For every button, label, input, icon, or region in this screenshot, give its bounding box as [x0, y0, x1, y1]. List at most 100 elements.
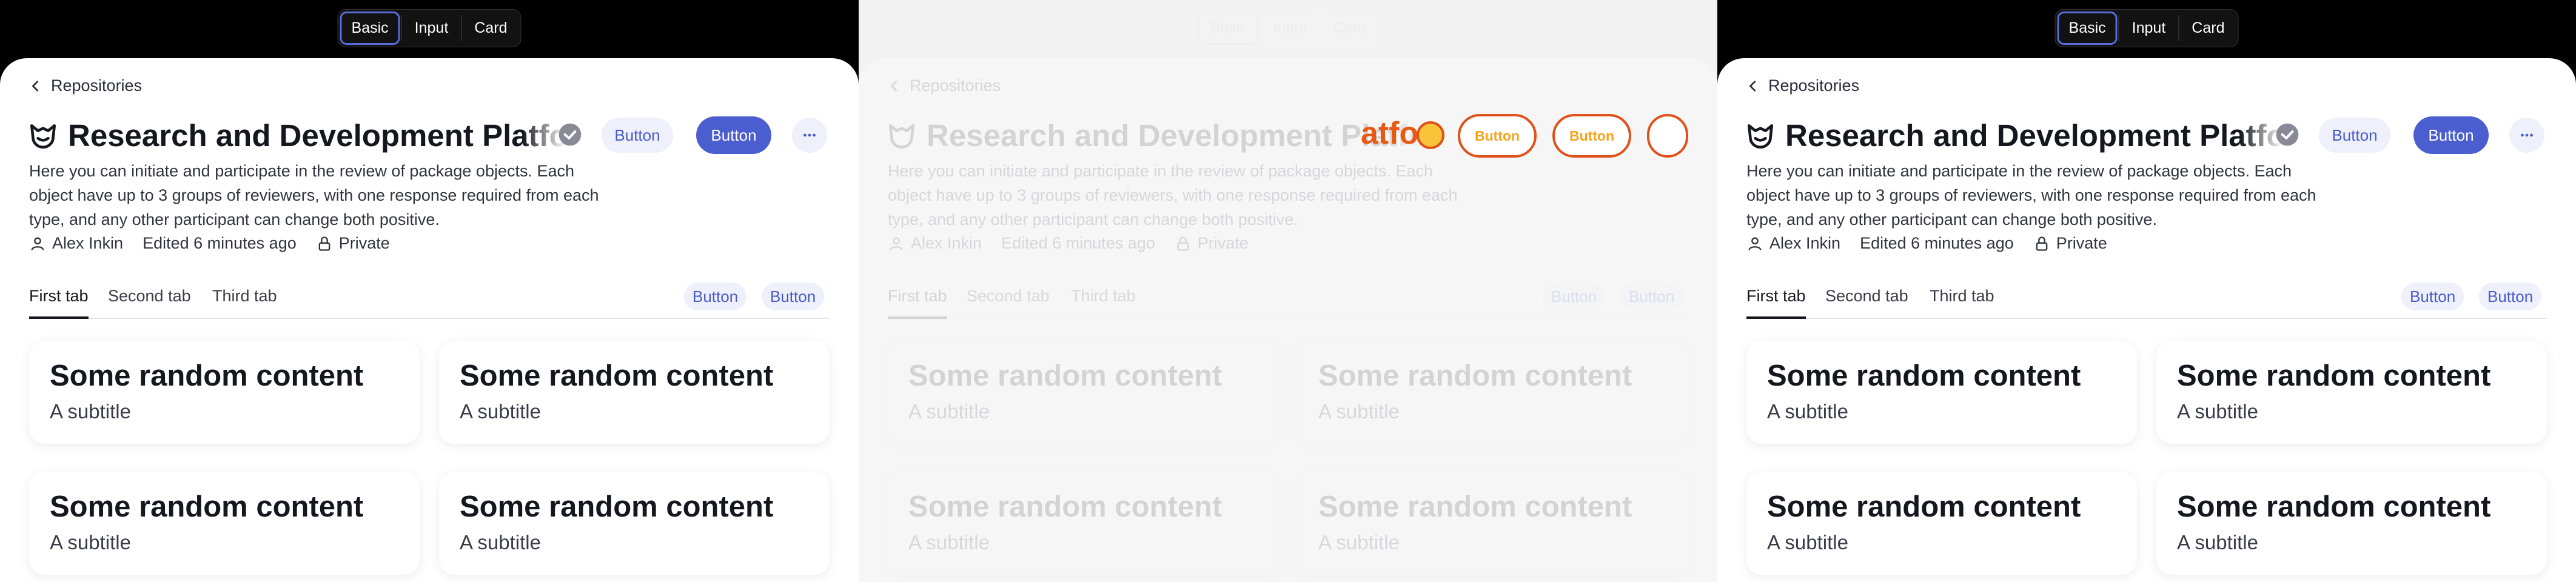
- tab-third[interactable]: Third tab: [1930, 283, 1994, 319]
- card-title: Some random content: [50, 360, 364, 392]
- segmented-control: Basic Input Card: [1196, 9, 1380, 47]
- secondary-button[interactable]: Button: [2319, 118, 2390, 153]
- edited-text: Edited 6 minutes ago: [1860, 234, 2014, 252]
- content-card[interactable]: Some random content A subtitle: [439, 341, 830, 444]
- title-row: Research and Development Platform: [887, 118, 1424, 153]
- tab-first[interactable]: First tab: [29, 283, 89, 319]
- segment-card[interactable]: Card: [1321, 12, 1377, 45]
- card-title: Some random content: [1767, 360, 2081, 392]
- orange-drop-icon: [1417, 121, 1444, 149]
- tab-action-button[interactable]: Button: [684, 283, 747, 310]
- tab-third[interactable]: Third tab: [212, 283, 277, 319]
- tab-second[interactable]: Second tab: [108, 283, 191, 319]
- tab-second[interactable]: Second tab: [967, 283, 1050, 319]
- more-button[interactable]: [2509, 118, 2544, 153]
- card-subtitle: A subtitle: [50, 531, 131, 554]
- card-subtitle: A subtitle: [908, 531, 990, 554]
- glitch-button[interactable]: Button: [1458, 114, 1537, 158]
- tab-first[interactable]: First tab: [888, 283, 947, 319]
- meta-row: Alex Inkin Edited 6 minutes ago Private: [888, 234, 1268, 253]
- segment-input[interactable]: Input: [2121, 12, 2178, 45]
- content-card[interactable]: Some random content A subtitle: [29, 341, 420, 444]
- card-subtitle: A subtitle: [460, 400, 541, 423]
- tab-action-button[interactable]: Button: [2401, 283, 2464, 310]
- check-badge-icon[interactable]: [2275, 122, 2299, 147]
- back-link[interactable]: Repositories: [888, 76, 1001, 95]
- secondary-button[interactable]: Button: [602, 118, 673, 153]
- lock-icon: [318, 236, 330, 251]
- chevron-left-icon: [1749, 80, 1756, 92]
- content-card[interactable]: Some random content A subtitle: [888, 341, 1278, 444]
- tab-action-button[interactable]: Button: [2479, 283, 2542, 310]
- content-card[interactable]: Some random content A subtitle: [2156, 341, 2547, 444]
- edited-text: Edited 6 minutes ago: [143, 234, 297, 252]
- segment-basic[interactable]: Basic: [1198, 12, 1259, 45]
- content-card[interactable]: Some random content A subtitle: [439, 472, 830, 575]
- user-icon: [1748, 237, 1762, 250]
- card-subtitle: A subtitle: [1767, 531, 1848, 554]
- visibility-text: Private: [338, 234, 390, 252]
- glitch-button-partial[interactable]: [1647, 114, 1688, 158]
- content-card[interactable]: Some random content A subtitle: [1746, 341, 2137, 444]
- back-link[interactable]: Repositories: [29, 76, 142, 95]
- tab-second[interactable]: Second tab: [1825, 283, 1908, 319]
- segmented-control: Basic Input Card: [337, 9, 522, 47]
- lock-icon: [2036, 236, 2048, 251]
- edited-text: Edited 6 minutes ago: [1001, 234, 1155, 252]
- back-link[interactable]: Repositories: [1746, 76, 1859, 95]
- title-row: Research and Development Platform: [28, 118, 565, 153]
- meta-author: Alex Inkin: [29, 234, 123, 253]
- more-button[interactable]: [792, 118, 827, 153]
- primary-button[interactable]: Button: [2413, 116, 2489, 154]
- segment-card[interactable]: Card: [2180, 12, 2236, 45]
- card-subtitle: A subtitle: [908, 400, 990, 423]
- author-name: Alex Inkin: [1769, 234, 1841, 252]
- card-subtitle: A subtitle: [2177, 400, 2258, 423]
- meta-author: Alex Inkin: [1746, 234, 1840, 253]
- user-icon: [890, 237, 903, 250]
- chevron-left-icon: [32, 80, 39, 92]
- meta-row: Alex Inkin Edited 6 minutes ago Private: [1746, 234, 2127, 253]
- meta-visibility: Private: [1175, 234, 1249, 253]
- tab-action-button[interactable]: Button: [762, 283, 825, 310]
- segment-input[interactable]: Input: [1262, 12, 1319, 45]
- card-title: Some random content: [908, 490, 1223, 523]
- content-card[interactable]: Some random content A subtitle: [29, 472, 420, 575]
- glitch-button[interactable]: Button: [1552, 114, 1631, 158]
- tab-action-button[interactable]: Button: [1620, 283, 1683, 310]
- card-subtitle: A subtitle: [1318, 400, 1400, 423]
- card-title: Some random content: [2177, 360, 2491, 392]
- check-badge-icon[interactable]: [558, 122, 582, 147]
- segment-basic[interactable]: Basic: [2057, 12, 2118, 45]
- content-card[interactable]: Some random content A subtitle: [1746, 472, 2137, 575]
- primary-button[interactable]: Button: [696, 116, 771, 154]
- visibility-text: Private: [2056, 234, 2107, 252]
- tab-action-button[interactable]: Button: [1543, 283, 1606, 310]
- card-title: Some random content: [50, 490, 364, 523]
- back-label: Repositories: [51, 76, 143, 95]
- author-name: Alex Inkin: [911, 234, 982, 252]
- segment-input[interactable]: Input: [403, 12, 460, 45]
- more-icon: [2521, 133, 2533, 137]
- segment-divider: [2178, 15, 2179, 41]
- card-subtitle: A subtitle: [2177, 531, 2258, 554]
- description: Here you can initiate and participate in…: [29, 162, 599, 229]
- content-card[interactable]: Some random content A subtitle: [888, 472, 1278, 575]
- author-name: Alex Inkin: [52, 234, 124, 252]
- lock-icon: [1177, 236, 1189, 251]
- tab-first[interactable]: First tab: [1746, 283, 1806, 319]
- logo-icon: [888, 124, 915, 149]
- tab-third[interactable]: Third tab: [1071, 283, 1136, 319]
- back-label: Repositories: [910, 76, 1001, 95]
- card-subtitle: A subtitle: [50, 400, 131, 423]
- card-title: Some random content: [1318, 360, 1632, 392]
- content-card[interactable]: Some random content A subtitle: [1298, 472, 1688, 575]
- segment-divider: [401, 15, 402, 41]
- content-card[interactable]: Some random content A subtitle: [1298, 341, 1688, 444]
- segment-basic[interactable]: Basic: [340, 12, 400, 45]
- segment-card[interactable]: Card: [463, 12, 518, 45]
- sheet: Repositories Research and Development Pl…: [1717, 58, 2576, 582]
- page-title: Research and Development Platform: [68, 118, 565, 153]
- page-title: Research and Development Platform: [927, 118, 1424, 153]
- content-card[interactable]: Some random content A subtitle: [2156, 472, 2547, 575]
